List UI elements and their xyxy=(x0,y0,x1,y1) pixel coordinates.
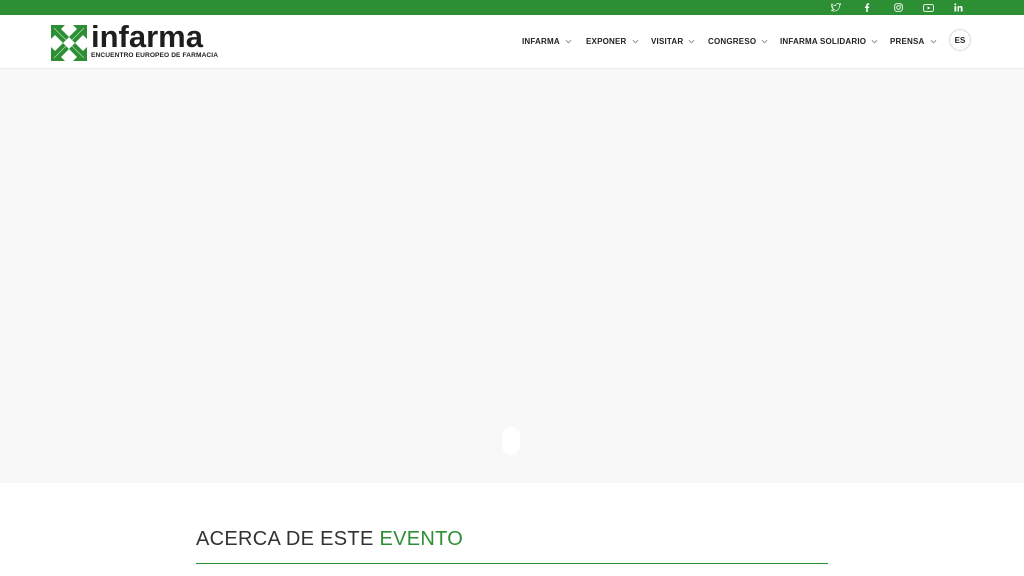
nav-item-label: CONGRESO xyxy=(708,37,757,46)
nav-item-infarma[interactable]: INFARMA xyxy=(522,15,572,68)
logo-wordmark: infarma xyxy=(91,19,203,54)
nav-item-infarma-solidario[interactable]: INFARMA SOLIDARIO xyxy=(780,15,878,68)
scroll-indicator[interactable] xyxy=(502,427,520,455)
nav-item-congreso[interactable]: CONGRESO xyxy=(708,15,768,68)
nav-item-label: INFARMA xyxy=(522,37,560,46)
twitter-icon[interactable] xyxy=(824,0,848,15)
nav-item-label: PRENSA xyxy=(890,37,925,46)
youtube-icon[interactable] xyxy=(916,0,940,15)
nav-item-visitar[interactable]: VISITAR xyxy=(651,15,695,68)
top-bar xyxy=(0,0,1024,15)
chevron-down-icon xyxy=(688,39,695,44)
facebook-icon[interactable] xyxy=(855,0,879,15)
chevron-down-icon xyxy=(565,39,572,44)
logo-tagline: ENCUENTRO EUROPEO DE FARMACIA xyxy=(91,52,219,59)
chevron-down-icon xyxy=(871,39,878,44)
chevron-down-icon xyxy=(930,39,936,44)
hero-banner xyxy=(0,69,1024,483)
about-title-main: ACERCA DE ESTE xyxy=(196,528,374,550)
nav-item-label: VISITAR xyxy=(651,37,684,46)
nav-item-label: EXPONER xyxy=(586,37,627,46)
linkedin-icon[interactable] xyxy=(946,0,970,15)
about-event-heading: ACERCA DE ESTE EVENTO xyxy=(196,528,463,551)
infarma-logo[interactable]: infarma ENCUENTRO EUROPEO DE FARMACIA xyxy=(50,19,220,63)
instagram-icon[interactable] xyxy=(886,0,910,15)
language-switch-button[interactable]: ES xyxy=(949,29,971,51)
infarma-emblem-icon xyxy=(51,25,87,61)
heading-divider xyxy=(196,563,828,564)
about-title-accent: EVENTO xyxy=(379,528,464,550)
nav-item-label: INFARMA SOLIDARIO xyxy=(780,37,867,46)
chevron-down-icon xyxy=(761,39,768,44)
nav-item-prensa[interactable]: PRENSA xyxy=(890,15,937,68)
chevron-down-icon xyxy=(632,39,638,44)
nav-item-exponer[interactable]: EXPONER xyxy=(586,15,639,68)
